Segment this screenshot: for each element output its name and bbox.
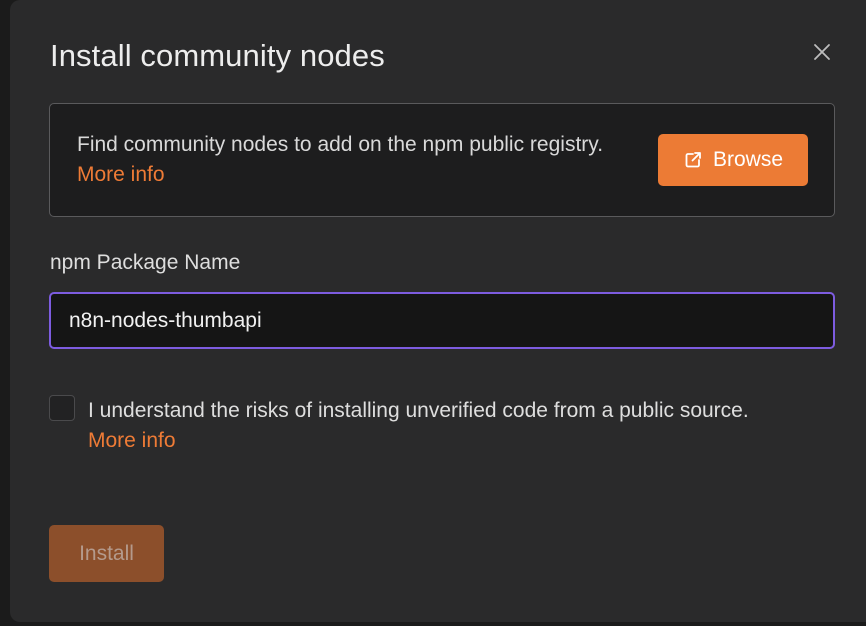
info-callout: Find community nodes to add on the npm p… <box>49 103 835 217</box>
install-button[interactable]: Install <box>49 525 164 582</box>
close-button[interactable] <box>810 40 834 64</box>
info-description: Find community nodes to add on the npm p… <box>77 133 604 156</box>
info-more-info-link[interactable]: More info <box>77 163 165 186</box>
risk-more-info-link[interactable]: More info <box>88 429 176 452</box>
install-community-nodes-dialog: Install community nodes Find community n… <box>10 0 866 622</box>
package-name-input[interactable] <box>49 292 835 349</box>
browse-button-label: Browse <box>712 148 784 171</box>
external-link-icon <box>685 152 701 168</box>
risk-acknowledge-label[interactable]: I understand the risks of installing unv… <box>88 399 749 422</box>
browse-button[interactable]: Browse <box>658 134 808 186</box>
risk-acknowledge-checkbox[interactable] <box>49 395 75 421</box>
dialog-title: Install community nodes <box>50 38 385 73</box>
close-icon <box>814 44 830 60</box>
package-name-label: npm Package Name <box>50 251 241 274</box>
info-text: Find community nodes to add on the npm p… <box>77 130 617 190</box>
risk-acknowledge-text: I understand the risks of installing unv… <box>88 396 808 456</box>
